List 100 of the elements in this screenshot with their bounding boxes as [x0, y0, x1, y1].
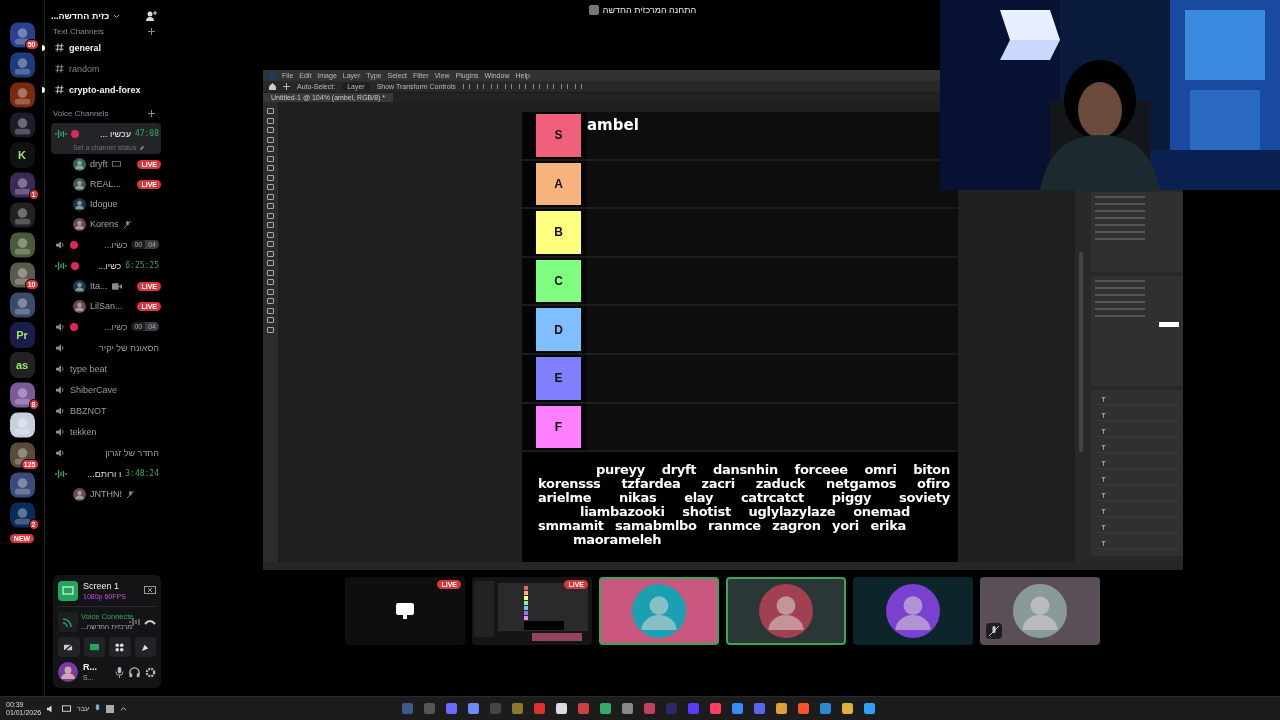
tier-entry: maorameleh — [573, 533, 662, 548]
text-layer-icon[interactable] — [1101, 492, 1106, 498]
server-icon[interactable]: K — [9, 142, 35, 168]
member-name[interactable]: Korens — [90, 219, 119, 229]
server-icon[interactable] — [9, 262, 35, 288]
text-layer-icon[interactable] — [1101, 412, 1106, 418]
app-icon[interactable] — [776, 703, 787, 714]
tier-entry: onemad — [853, 505, 910, 520]
server-icon[interactable] — [9, 382, 35, 408]
server-icon[interactable] — [9, 412, 35, 438]
text-layer-icon[interactable] — [1101, 460, 1106, 466]
voice-channel[interactable]: הסאונה של יקיר — [70, 342, 159, 353]
voice-channel[interactable]: כשיו... — [82, 239, 128, 250]
category-label[interactable]: Text Channels — [53, 26, 104, 36]
tier-entry: ofiro — [917, 477, 950, 492]
member-name[interactable]: LilSan... — [90, 301, 123, 311]
app-icon[interactable] — [732, 703, 743, 714]
soundboard-button[interactable] — [134, 637, 156, 657]
user-avatar[interactable] — [73, 177, 86, 191]
category-label[interactable]: Voice Channels — [53, 109, 109, 118]
move-tool-icon[interactable] — [283, 83, 290, 90]
home-icon[interactable] — [269, 83, 276, 90]
server-icon[interactable]: Pr — [9, 322, 35, 348]
headphones-icon[interactable] — [129, 666, 140, 678]
app-icon[interactable] — [468, 703, 479, 714]
server-icon[interactable] — [9, 442, 35, 468]
microphone-icon[interactable] — [95, 704, 101, 713]
app-icon[interactable] — [106, 704, 115, 713]
user-avatar[interactable] — [73, 197, 86, 211]
voice-channel[interactable]: החדר של זגרון — [70, 447, 159, 458]
app-icon[interactable] — [622, 703, 633, 714]
tier-entry: arielme — [538, 491, 592, 506]
voice-channel[interactable]: כשיו... — [83, 260, 122, 271]
text-layer-icon[interactable] — [1101, 444, 1106, 450]
server-icon[interactable] — [9, 232, 35, 258]
app-logo-icon — [269, 72, 276, 79]
member-name[interactable]: Idogue — [90, 199, 118, 209]
user-avatar[interactable] — [73, 279, 86, 293]
chevron-icon[interactable] — [120, 706, 128, 711]
app-icon[interactable] — [820, 703, 831, 714]
participant-tile[interactable] — [599, 577, 719, 645]
server-name[interactable]: כזית החדשה... — [51, 11, 110, 21]
text-layer-icon[interactable] — [1101, 476, 1106, 482]
app-icon[interactable] — [556, 703, 567, 714]
user-avatar[interactable] — [58, 662, 78, 682]
app-icon[interactable] — [600, 703, 611, 714]
voice-channel[interactable]: ShiberCave — [70, 384, 159, 395]
user-avatar[interactable] — [73, 217, 86, 231]
participant-tile[interactable] — [853, 577, 973, 645]
noise-suppression-icon[interactable] — [129, 617, 141, 627]
user-avatar[interactable] — [73, 487, 86, 501]
text-layer-icon[interactable] — [1101, 540, 1106, 546]
share-screen-button[interactable] — [83, 637, 105, 657]
text-channel[interactable]: crypto-and-forex — [69, 84, 141, 95]
chevron-icon[interactable] — [113, 12, 121, 20]
member-name[interactable]: REAL... — [90, 179, 121, 189]
voice-channel[interactable]: כשיו... — [82, 321, 128, 332]
add-channel-icon[interactable] — [148, 27, 155, 35]
color-swatch[interactable] — [1159, 322, 1179, 327]
server-icon[interactable] — [9, 292, 35, 318]
server-icon[interactable]: as — [9, 352, 35, 378]
settings-icon[interactable] — [145, 666, 156, 678]
microphone-icon[interactable] — [115, 666, 124, 678]
user-avatar[interactable] — [73, 299, 86, 313]
member-name[interactable]: Ita... — [90, 281, 108, 291]
voice-channel[interactable]: עכשיו ... — [83, 128, 131, 139]
voice-channel[interactable]: type beat — [70, 363, 159, 374]
call-timer: 3:48:24 — [125, 469, 159, 478]
text-channel[interactable]: general — [69, 42, 101, 53]
participant-tile[interactable] — [980, 577, 1100, 645]
stop-stream-icon[interactable] — [144, 586, 156, 596]
tier-entry: ambel — [587, 116, 639, 134]
text-layer-icon[interactable] — [1101, 524, 1106, 530]
tier-entry: pureyy — [596, 463, 645, 478]
activities-button[interactable] — [109, 637, 131, 657]
screen-share-icon — [58, 581, 78, 601]
voice-channel[interactable]: ו ורותם... — [71, 468, 122, 479]
participant-tile[interactable] — [726, 577, 846, 645]
user-avatar[interactable] — [73, 157, 86, 171]
tier-label: S — [536, 114, 581, 157]
text-layer-icon[interactable] — [1101, 428, 1106, 434]
text-layer-icon[interactable] — [1101, 508, 1106, 514]
server-icon[interactable] — [9, 472, 35, 498]
server-icon[interactable] — [9, 22, 35, 48]
voice-channel[interactable]: BBZNOT — [70, 405, 159, 416]
add-user-icon[interactable] — [145, 10, 157, 22]
member-name[interactable]: JNTHN! — [90, 489, 122, 499]
camera-off-button[interactable] — [58, 637, 80, 657]
pencil-icon[interactable] — [139, 144, 146, 151]
member-name[interactable]: dryft — [90, 159, 108, 169]
voice-channel[interactable]: tekken — [70, 426, 159, 437]
app-icon[interactable] — [710, 703, 721, 714]
display-icon[interactable] — [62, 704, 72, 713]
app-icon[interactable] — [798, 703, 809, 714]
app-icon[interactable] — [864, 703, 875, 714]
text-layer-icon[interactable] — [1101, 396, 1106, 402]
text-channel[interactable]: random — [69, 63, 100, 74]
disconnect-icon[interactable] — [144, 618, 156, 626]
add-channel-icon[interactable] — [148, 110, 155, 117]
app-icon[interactable] — [842, 703, 853, 714]
